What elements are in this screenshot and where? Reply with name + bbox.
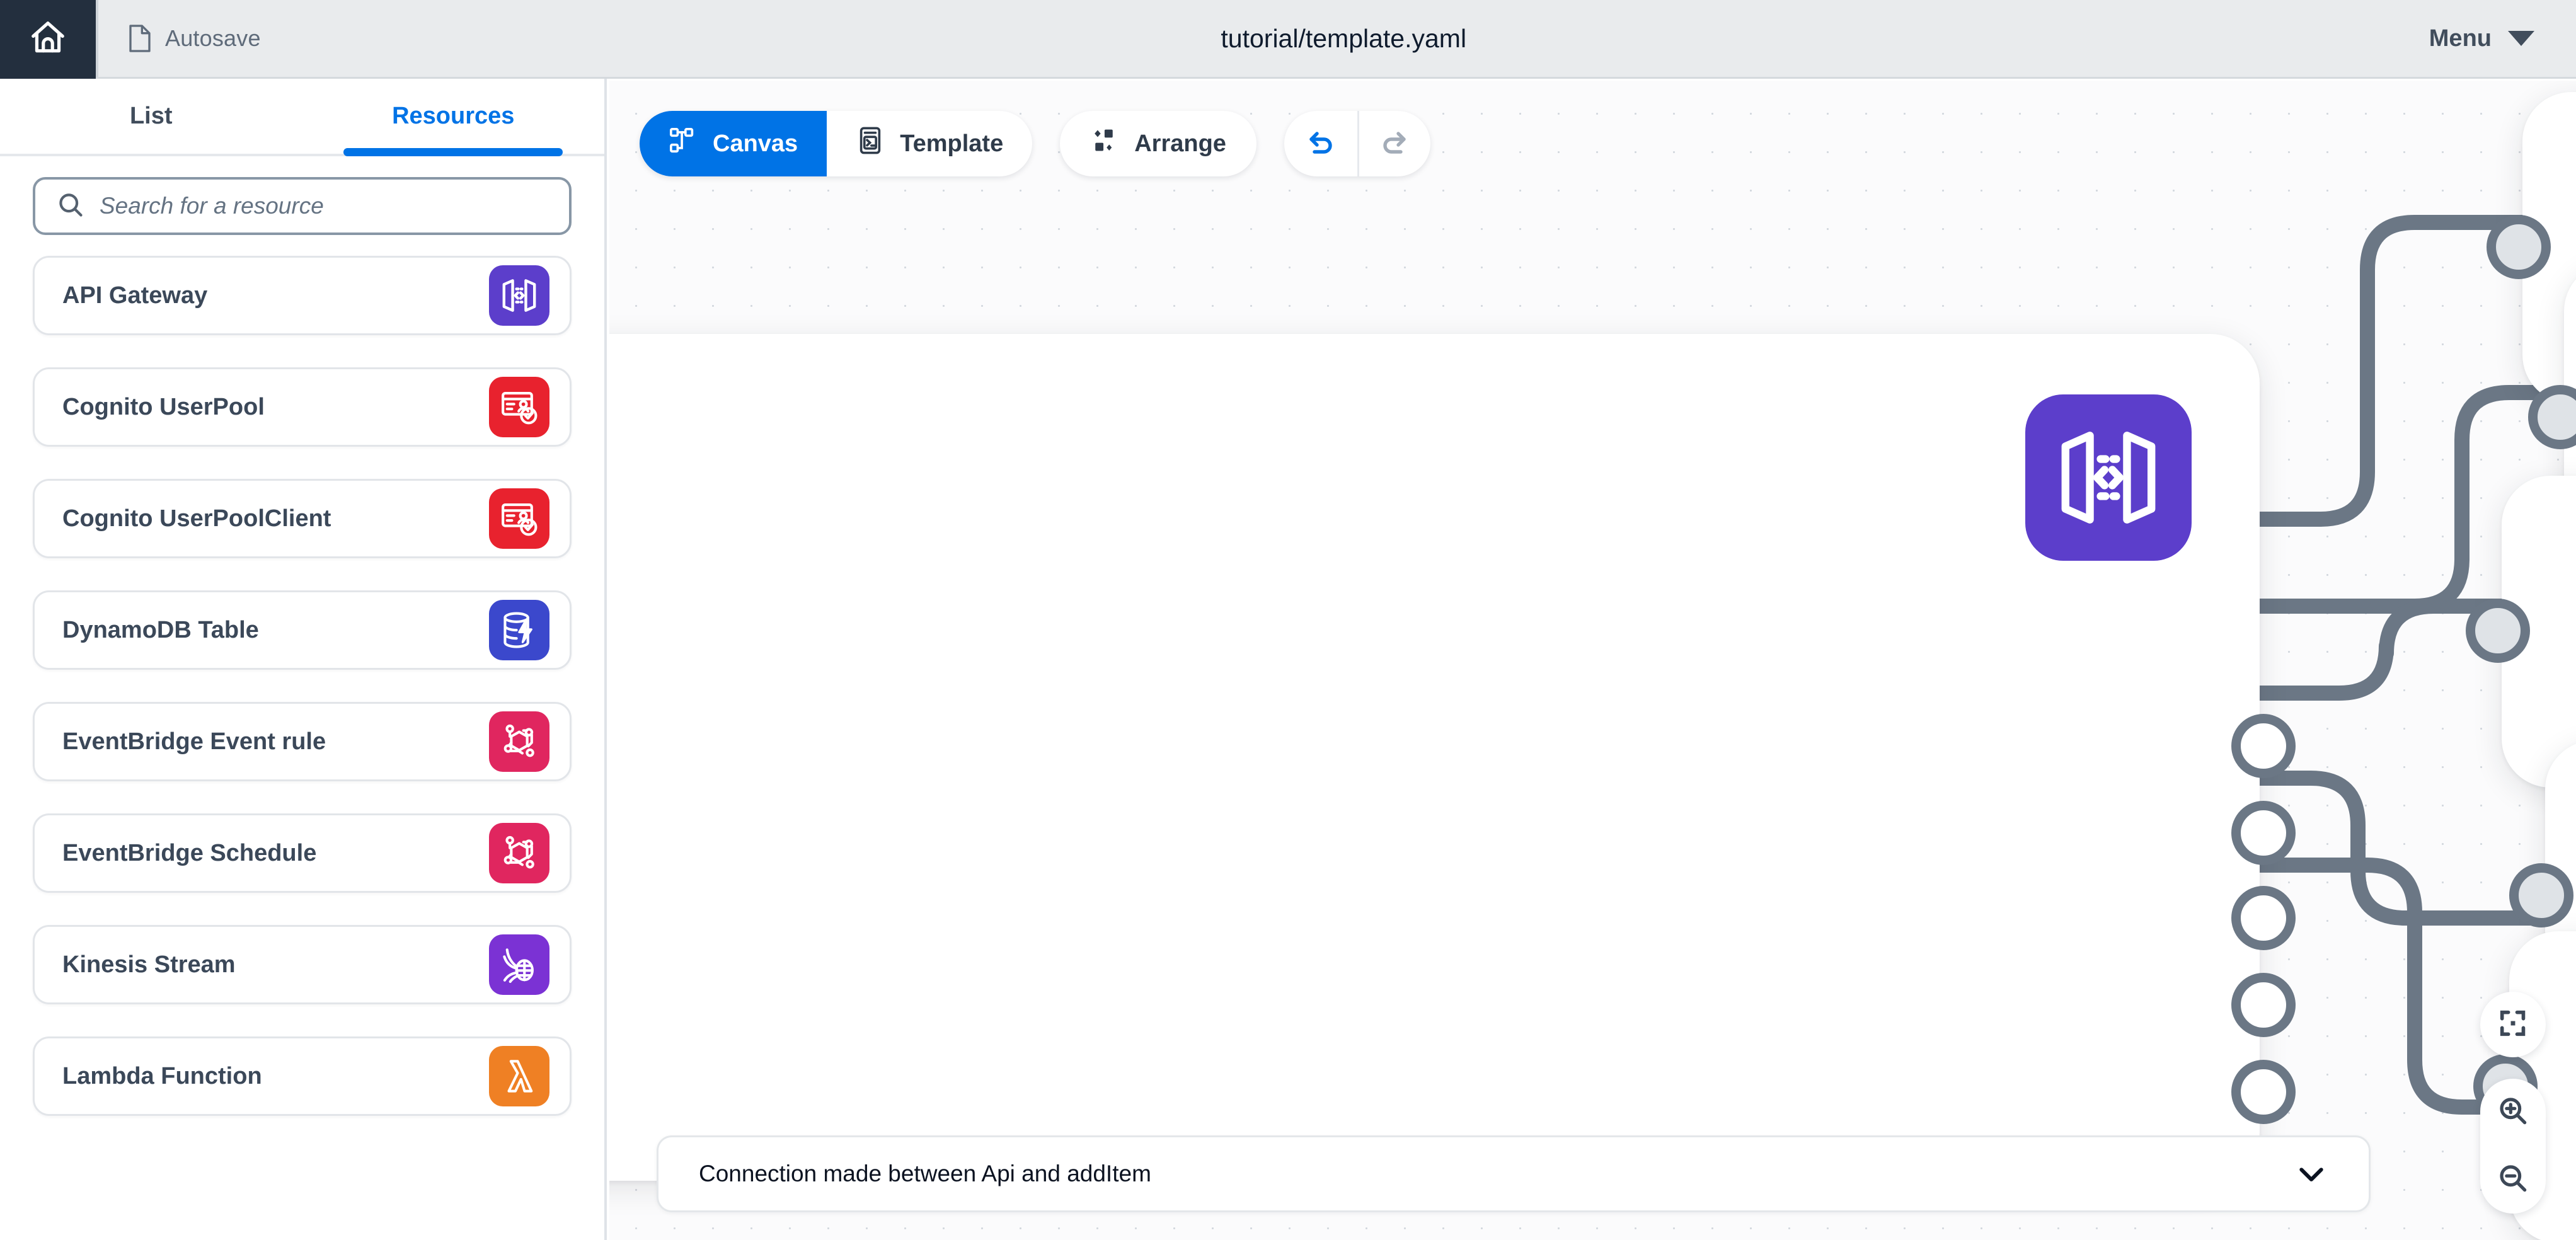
eventbridge-icon	[489, 711, 549, 772]
zoom-out-button[interactable]	[2480, 1146, 2546, 1214]
node-port-input[interactable]	[2528, 385, 2576, 449]
api-route-port[interactable]	[2231, 1059, 2296, 1123]
sidebar-tabs: List Resources	[0, 79, 604, 156]
api-gateway-icon	[489, 265, 549, 326]
nodes-layer: API GatewayApi GET /itemsGET /items/{id}…	[609, 81, 2576, 1240]
fit-to-screen-button[interactable]	[2480, 992, 2546, 1057]
tab-list[interactable]: List	[0, 79, 302, 154]
cognito-icon	[489, 377, 549, 437]
api-route-port[interactable]	[2231, 800, 2296, 864]
diagram-canvas[interactable]: Canvas Template	[609, 81, 2576, 1240]
search-box[interactable]	[33, 177, 572, 235]
resource-item-label: API Gateway	[62, 282, 207, 309]
resource-item[interactable]: EventBridge Schedule	[33, 813, 572, 893]
resource-item-label: EventBridge Event rule	[62, 728, 326, 755]
resource-item[interactable]: EventBridge Event rule	[33, 702, 572, 781]
document-icon	[127, 23, 152, 54]
search-input[interactable]	[100, 193, 548, 219]
search-row	[0, 156, 604, 235]
search-icon	[57, 191, 84, 222]
resource-item[interactable]: API Gateway	[33, 256, 572, 335]
file-title-text: tutorial/template.yaml	[1221, 24, 1466, 54]
file-title: tutorial/template.yaml	[284, 0, 2404, 77]
api-route-port[interactable]	[2231, 973, 2296, 1037]
status-bar[interactable]: Connection made between Api and addItem	[657, 1135, 2371, 1212]
resource-item[interactable]: Lambda Function	[33, 1036, 572, 1116]
node-port-input[interactable]	[2466, 599, 2530, 663]
resource-list: API Gateway Cognito UserPool Cognito Use…	[0, 235, 604, 1116]
resource-item-label: DynamoDB Table	[62, 617, 259, 644]
dynamodb-icon	[489, 600, 549, 660]
resource-item[interactable]: DynamoDB Table	[33, 590, 572, 670]
cognito-icon	[489, 488, 549, 549]
resource-item[interactable]: Kinesis Stream	[33, 925, 572, 1004]
zoom-in-icon	[2497, 1094, 2529, 1130]
caret-down-icon	[2508, 31, 2534, 46]
kinesis-icon	[489, 934, 549, 995]
menu-label: Menu	[2429, 25, 2492, 52]
api-route-port[interactable]	[2231, 714, 2296, 778]
canvas-node-api[interactable]: API GatewayApi GET /itemsGET /items/{id}…	[609, 334, 2260, 1181]
canvas-node-updateItem[interactable]: Lambda FunctionupdateItem	[2502, 476, 2576, 788]
autosave-indicator: Autosave	[98, 0, 284, 77]
autosave-label: Autosave	[165, 25, 261, 52]
eventbridge-icon	[489, 823, 549, 883]
resource-item-label: Kinesis Stream	[62, 951, 236, 979]
tab-list-label: List	[130, 103, 173, 130]
lambda-icon	[489, 1046, 549, 1106]
home-button[interactable]	[0, 0, 96, 79]
resources-sidebar: List Resources API Gateway Cognito UserP…	[0, 79, 607, 1240]
home-icon	[28, 18, 67, 60]
resource-item-label: Cognito UserPool	[62, 394, 265, 421]
menu-button[interactable]: Menu	[2404, 0, 2576, 77]
top-bar: Autosave tutorial/template.yaml Menu	[0, 0, 2576, 79]
zoom-in-button[interactable]	[2480, 1079, 2546, 1146]
tab-resources[interactable]: Resources	[302, 79, 605, 154]
resource-item-label: EventBridge Schedule	[62, 840, 316, 867]
node-port-input[interactable]	[2509, 863, 2573, 927]
chevron-down-icon[interactable]	[2294, 1157, 2328, 1191]
tab-resources-label: Resources	[392, 103, 514, 130]
resource-item[interactable]: Cognito UserPoolClient	[33, 479, 572, 558]
resource-item-label: Cognito UserPoolClient	[62, 505, 331, 532]
zoom-out-icon	[2497, 1162, 2529, 1198]
node-port-input[interactable]	[2487, 215, 2551, 279]
fit-to-screen-icon	[2497, 1007, 2529, 1043]
api-route-port[interactable]	[2231, 887, 2296, 951]
resource-item[interactable]: Cognito UserPool	[33, 367, 572, 447]
zoom-controls	[2480, 1079, 2546, 1214]
resource-item-label: Lambda Function	[62, 1063, 262, 1090]
api-gateway-icon	[2025, 394, 2192, 561]
status-message: Connection made between Api and addItem	[699, 1161, 1151, 1187]
